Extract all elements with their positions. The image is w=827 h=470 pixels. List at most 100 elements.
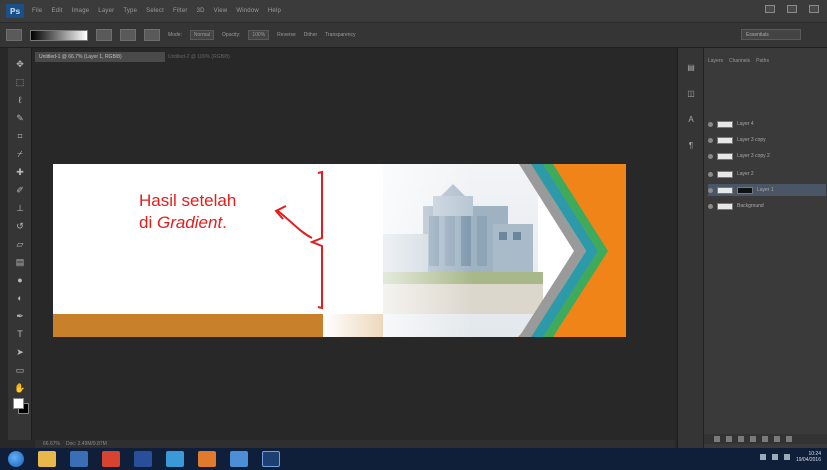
angle-gradient-icon[interactable]: [144, 29, 160, 41]
start-button[interactable]: [8, 451, 24, 467]
linear-gradient-icon[interactable]: [96, 29, 112, 41]
clock[interactable]: 10:24 19/04/2016: [796, 451, 821, 463]
word-icon[interactable]: [134, 451, 152, 467]
menu-image[interactable]: Image: [72, 8, 90, 14]
layer-row[interactable]: Layer 2: [708, 168, 826, 180]
layers-panel-footer: [704, 434, 827, 444]
tab-layers[interactable]: Layers: [708, 58, 723, 68]
blur-tool-icon[interactable]: ●: [13, 274, 27, 286]
menu-help[interactable]: Help: [268, 8, 281, 14]
visibility-eye-icon[interactable]: [708, 203, 713, 209]
status-bar: 66.67% Doc: 2.49M/9.87M: [35, 440, 675, 448]
annotation-suffix: .: [222, 213, 227, 232]
dither-checkbox[interactable]: Dither: [304, 32, 317, 38]
battery-icon[interactable]: [783, 454, 790, 460]
clock-date: 19/04/2016: [795, 457, 821, 463]
link-layers-icon[interactable]: [714, 436, 720, 442]
lasso-tool-icon[interactable]: ℓ: [13, 94, 27, 106]
visibility-eye-icon[interactable]: [708, 153, 713, 159]
transparency-checkbox[interactable]: Transparency: [325, 32, 355, 38]
workspace-switcher[interactable]: Essentials: [741, 29, 801, 40]
taskbar-app-icon[interactable]: [102, 451, 120, 467]
clone-stamp-tool-icon[interactable]: ⊥: [13, 202, 27, 214]
file-explorer-icon[interactable]: [38, 451, 56, 467]
marquee-tool-icon[interactable]: ⬚: [13, 76, 27, 88]
layer-row[interactable]: Layer 4: [708, 118, 826, 130]
taskbar-app-icon[interactable]: [230, 451, 248, 467]
layer-row[interactable]: Layer 3 copy: [708, 134, 826, 146]
document-tab-active[interactable]: Untitled-1 @ 66.7% (Layer 1, RGB/8): [35, 52, 165, 62]
menu-3d[interactable]: 3D: [197, 8, 205, 14]
window-controls: [765, 5, 819, 13]
document-tab-inactive[interactable]: Untitled-2 @ 100% (RGB/8): [168, 52, 338, 62]
layer-mask-thumbnail[interactable]: [737, 186, 753, 194]
shape-tool-icon[interactable]: ▭: [13, 364, 27, 376]
quick-select-tool-icon[interactable]: ✎: [13, 112, 27, 124]
close-button[interactable]: [809, 5, 819, 13]
reverse-checkbox[interactable]: Reverse: [277, 32, 296, 38]
add-mask-icon[interactable]: [738, 436, 744, 442]
layer-style-icon[interactable]: [726, 436, 732, 442]
new-group-icon[interactable]: [762, 436, 768, 442]
layer-row[interactable]: Layer 3 copy 2: [708, 150, 826, 162]
volume-icon[interactable]: [771, 454, 778, 460]
history-brush-tool-icon[interactable]: ↺: [13, 220, 27, 232]
annotation-line-1: Hasil setelah: [139, 191, 237, 210]
character-panel-icon[interactable]: A: [685, 114, 697, 124]
zoom-level[interactable]: 66.67%: [43, 441, 60, 447]
healing-brush-tool-icon[interactable]: ✚: [13, 166, 27, 178]
history-panel-icon[interactable]: ▤: [685, 62, 697, 72]
layer-row[interactable]: Background: [708, 200, 826, 212]
adjustment-layer-icon[interactable]: [750, 436, 756, 442]
gradient-tool-preset-icon[interactable]: [6, 29, 22, 41]
taskbar-app-icon[interactable]: [166, 451, 184, 467]
dodge-tool-icon[interactable]: ◐: [13, 292, 27, 304]
network-icon[interactable]: [759, 454, 766, 460]
visibility-eye-icon[interactable]: [708, 187, 713, 193]
menu-edit[interactable]: Edit: [51, 8, 62, 14]
path-select-tool-icon[interactable]: ➤: [13, 346, 27, 358]
layers-panel: Layers Channels Paths Layer 4 Layer 3 co…: [703, 48, 827, 448]
layer-name: Layer 4: [737, 121, 754, 127]
gradient-fade-overlay: [323, 164, 473, 337]
taskbar-app-icon[interactable]: [70, 451, 88, 467]
radial-gradient-icon[interactable]: [120, 29, 136, 41]
move-tool-icon[interactable]: ✥: [13, 58, 27, 70]
opacity-input[interactable]: 100%: [248, 30, 270, 40]
delete-layer-icon[interactable]: [786, 436, 792, 442]
menu-view[interactable]: View: [214, 8, 228, 14]
brush-tool-icon[interactable]: ✐: [13, 184, 27, 196]
paragraph-panel-icon[interactable]: ¶: [685, 140, 697, 150]
tab-channels[interactable]: Channels: [729, 58, 750, 68]
menu-window[interactable]: Window: [236, 8, 259, 14]
new-layer-icon[interactable]: [774, 436, 780, 442]
visibility-eye-icon[interactable]: [708, 121, 713, 127]
menu-type[interactable]: Type: [123, 8, 137, 14]
gradient-picker[interactable]: [30, 29, 88, 41]
gradient-tool-icon[interactable]: ▤: [13, 256, 27, 268]
crop-tool-icon[interactable]: ⌗: [13, 130, 27, 142]
tab-paths[interactable]: Paths: [756, 58, 769, 68]
pen-tool-icon[interactable]: ✒: [13, 310, 27, 322]
properties-panel-icon[interactable]: ◫: [685, 88, 697, 98]
menu-filter[interactable]: Filter: [173, 8, 188, 14]
hand-tool-icon[interactable]: ✋: [13, 382, 27, 394]
photoshop-taskbar-icon[interactable]: [262, 451, 280, 467]
type-tool-icon[interactable]: T: [13, 328, 27, 340]
taskbar-app-icon[interactable]: [198, 451, 216, 467]
maximize-button[interactable]: [787, 5, 797, 13]
eyedropper-tool-icon[interactable]: ⌿: [13, 148, 27, 160]
minimize-button[interactable]: [765, 5, 775, 13]
visibility-eye-icon[interactable]: [708, 137, 713, 143]
layer-row-selected[interactable]: Layer 1: [708, 184, 826, 196]
mode-select[interactable]: Normal: [189, 30, 215, 40]
foreground-color-swatch[interactable]: [13, 398, 24, 409]
annotation-text: Hasil setelah di Gradient.: [139, 190, 236, 234]
eraser-tool-icon[interactable]: ▱: [13, 238, 27, 250]
menu-select[interactable]: Select: [146, 8, 164, 14]
layer-name: Layer 2: [737, 171, 754, 177]
color-swatches[interactable]: [13, 398, 29, 414]
menu-layer[interactable]: Layer: [98, 8, 114, 14]
visibility-eye-icon[interactable]: [708, 171, 713, 177]
menu-file[interactable]: File: [32, 8, 42, 14]
